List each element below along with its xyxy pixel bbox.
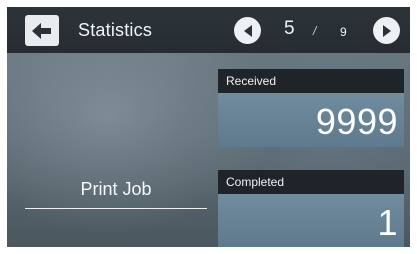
page-title: Statistics: [78, 20, 153, 40]
completed-stat-card: Completed 1: [218, 170, 404, 247]
completed-stat-label: Completed: [226, 175, 285, 189]
print-job-label: Print Job: [80, 179, 152, 199]
previous-page-button[interactable]: [234, 17, 261, 44]
completed-stat-header: Completed: [218, 170, 404, 194]
triangle-left-icon: [243, 24, 252, 37]
page-separator: /: [313, 24, 317, 38]
received-stat-value: 9999: [315, 101, 398, 142]
arrow-left-icon: [32, 22, 51, 39]
back-button[interactable]: [25, 15, 59, 46]
received-stat-card: Received 9999: [218, 69, 404, 147]
next-page-button[interactable]: [373, 17, 400, 44]
page-total-number: 9: [340, 25, 347, 39]
received-stat-header: Received: [218, 69, 404, 93]
statistics-screen: Statistics 5 / 9 Print Job Received 9999…: [7, 7, 410, 247]
top-bar: Statistics 5 / 9: [7, 7, 410, 53]
triangle-right-icon: [382, 24, 391, 37]
received-stat-label: Received: [226, 74, 277, 88]
completed-stat-value: 1: [377, 202, 398, 243]
page-current-number: 5: [284, 18, 295, 39]
print-job-divider: [25, 208, 207, 209]
